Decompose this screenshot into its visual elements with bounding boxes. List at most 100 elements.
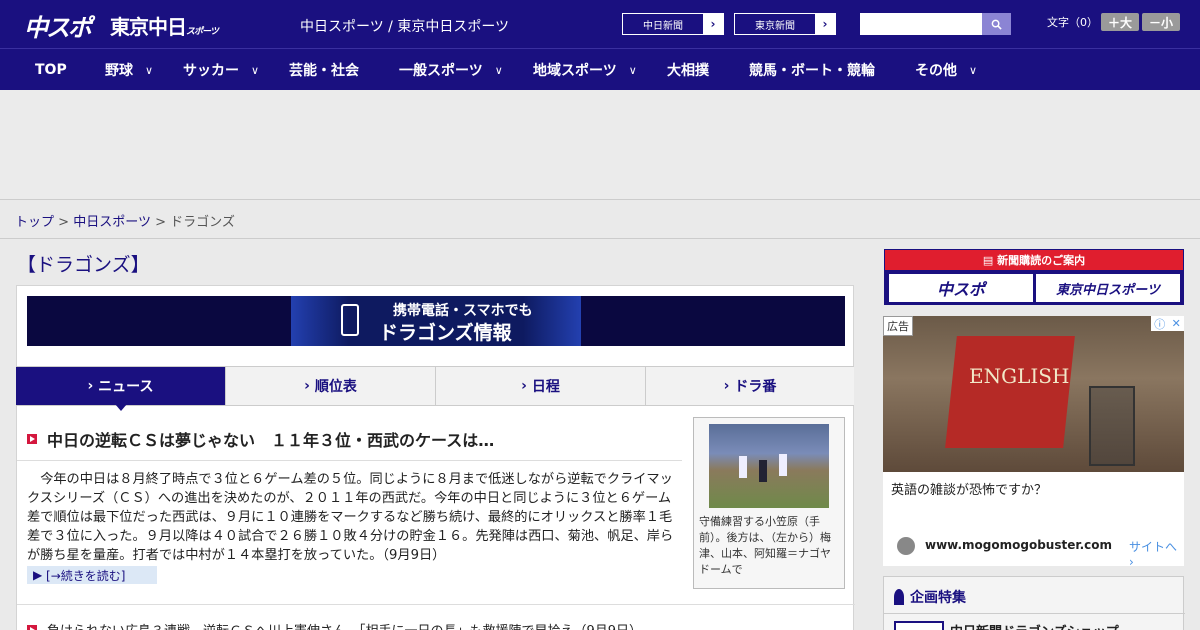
ad-site-link[interactable]: サイトへ ›: [1129, 538, 1184, 569]
ad-image: ENGLISH: [883, 316, 1184, 472]
nav-label: 一般スポーツ: [399, 63, 483, 79]
chevron-right-icon: ›: [87, 378, 99, 394]
chevron-right-icon: ›: [723, 378, 735, 394]
read-more-label: [→続きを読む]: [46, 568, 126, 583]
tokyo-logo-text: 東京中日: [110, 15, 187, 39]
main-nav: TOP 野球 ∨ サッカー ∨ 芸能・社会 一般スポーツ ∨ 地域スポーツ ∨ 大相撲 …: [0, 48, 1200, 90]
nav-item-top[interactable]: TOP: [35, 49, 67, 91]
site-title: 中日スポーツ / 東京中日スポーツ: [300, 19, 510, 35]
arrow-marker-icon: [27, 434, 37, 444]
pencil-cup-graphic: [1089, 386, 1135, 466]
globe-icon: [897, 537, 915, 555]
nav-item-racing[interactable]: 競馬・ボート・競輪: [749, 49, 875, 91]
chevron-down-icon: ∨: [251, 63, 260, 77]
subscribe-tokyo-button[interactable]: 東京中日スポーツ: [1036, 274, 1180, 302]
nav-label: 大相撲: [667, 63, 709, 79]
newspaper-icon: ▤: [982, 253, 998, 267]
nav-label: 地域スポーツ: [533, 63, 617, 79]
feature-box: 企画特集 中日新聞ドラゴンズショップ: [883, 576, 1185, 630]
chunichi-shimbun-link[interactable]: 中日新聞 ›: [622, 13, 724, 35]
phone-icon: [341, 304, 359, 336]
search-icon: [991, 19, 1002, 30]
nav-item-sumo[interactable]: 大相撲: [667, 49, 709, 91]
tab-schedule[interactable]: › 日程: [436, 367, 646, 405]
article-title: 中日の逆転ＣＳは夢じゃない １１年３位・西武のケースは…: [47, 431, 495, 450]
breadcrumb-sep: >: [58, 215, 70, 230]
nav-label: 野球: [105, 63, 133, 79]
nav-label: TOP: [35, 62, 67, 78]
main-panel: 携帯電話・スマホでも ドラゴンズ情報 › ニュース › 順位表 › 日程 › ド…: [16, 285, 855, 630]
tab-doraban[interactable]: › ドラ番: [646, 367, 854, 405]
ad-headline: 英語の雑談が恐怖ですか？: [891, 483, 1048, 498]
banner-line1: 携帯電話・スマホでも: [393, 303, 533, 319]
tab-standings[interactable]: › 順位表: [226, 367, 436, 405]
tokyo-shimbun-label: 東京新聞: [755, 20, 795, 32]
tab-label: ニュース: [98, 379, 154, 395]
page-title: 【ドラゴンズ】: [17, 254, 150, 276]
subscribe-chuspo-button[interactable]: 中スポ: [889, 274, 1033, 302]
article-title-link[interactable]: 中日の逆転ＣＳは夢じゃない １１年３位・西武のケースは…: [27, 427, 682, 451]
article-divider: [17, 460, 682, 461]
player-figure: [739, 456, 747, 478]
tokyo-shimbun-link[interactable]: 東京新聞 ›: [734, 13, 836, 35]
nav-item-soccer[interactable]: サッカー ∨: [183, 49, 259, 91]
nav-item-local-sports[interactable]: 地域スポーツ ∨: [533, 49, 637, 91]
nav-item-baseball[interactable]: 野球 ∨: [105, 49, 153, 91]
tab-label: 日程: [531, 379, 560, 395]
chevron-down-icon: ∨: [494, 63, 503, 77]
banner-line2: ドラゴンズ情報: [379, 322, 512, 344]
breadcrumb-top[interactable]: トップ: [15, 215, 54, 230]
chevron-right-icon: ›: [304, 378, 315, 394]
chevron-down-icon: ∨: [969, 63, 978, 77]
chevron-right-icon: ›: [815, 14, 835, 34]
content-tabs: › ニュース › 順位表 › 日程 › ドラ番: [16, 366, 854, 406]
close-icon[interactable]: ✕: [1172, 317, 1181, 330]
ad-label: 広告: [883, 316, 913, 336]
ad-site-link-label: サイトへ: [1129, 540, 1178, 554]
nav-label: 芸能・社会: [289, 63, 359, 79]
subscription-heading: ▤ 新聞購読のご案内: [885, 250, 1183, 270]
news-list-item-title: 負けられない広島３連戦 逆転ＣＳへ川上憲伸さん 「相手に一日の長」も救援陣で早拾…: [47, 620, 642, 630]
nav-label: 競馬・ボート・競輪: [749, 63, 875, 79]
feature-heading-text: 企画特集: [910, 590, 966, 606]
article-photo-box: 守備練習する小笠原（手前）。後方は、（左から）梅津、山本、阿知羅＝ナゴヤドームで: [693, 417, 845, 589]
tokyo-logo-sub: スポーツ: [186, 27, 219, 37]
info-icon[interactable]: ⓘ: [1154, 316, 1165, 332]
search-input[interactable]: [860, 13, 982, 35]
feature-item-link[interactable]: 中日新聞ドラゴンズショップ: [950, 621, 1119, 630]
subscription-box: ▤ 新聞購読のご案内 中スポ 東京中日スポーツ: [884, 249, 1184, 305]
breadcrumb-sep: >: [155, 215, 166, 230]
feature-thumbnail[interactable]: [894, 621, 944, 630]
nav-item-general-sports[interactable]: 一般スポーツ ∨: [399, 49, 503, 91]
subscription-heading-text: 新聞購読のご案内: [997, 254, 1086, 267]
font-larger-button[interactable]: ＋大: [1101, 13, 1139, 31]
feature-heading: 企画特集: [894, 587, 966, 607]
search-button[interactable]: [982, 13, 1011, 35]
nav-item-entertainment[interactable]: 芸能・社会: [289, 49, 359, 91]
site-header: 中スポ 東京中日スポーツ 中日スポーツ / 東京中日スポーツ 中日新聞 › 東京…: [0, 0, 1200, 48]
ad-domain: www.mogomogobuster.com: [925, 538, 1112, 552]
tokyo-chunichi-logo[interactable]: 東京中日スポーツ: [110, 11, 219, 40]
mobile-dragons-banner[interactable]: 携帯電話・スマホでも ドラゴンズ情報: [27, 296, 845, 346]
arrow-marker-icon: [27, 624, 37, 630]
tab-label: ドラ番: [734, 379, 777, 395]
article-body: 今年の中日は８月終了時点で３位と６ゲーム差の５位。同じように８月まで低迷しながら…: [27, 472, 674, 563]
feature-divider: [884, 613, 1185, 614]
tab-news[interactable]: › ニュース: [16, 367, 226, 405]
font-smaller-button[interactable]: －小: [1142, 13, 1180, 31]
chevron-right-icon: ›: [1129, 555, 1134, 569]
ad-controls[interactable]: ⓘ ✕: [1151, 316, 1184, 331]
nav-label: その他: [915, 63, 957, 79]
ad-book-text: ENGLISH: [969, 364, 1070, 388]
breadcrumb-divider: [0, 238, 1200, 239]
banner-inner: 携帯電話・スマホでも ドラゴンズ情報: [291, 296, 581, 346]
read-more-link[interactable]: ▶ [→続きを読む]: [27, 566, 157, 584]
breadcrumb-chunichi-sports[interactable]: 中日スポーツ: [73, 215, 151, 230]
news-list-item[interactable]: 負けられない広島３連戦 逆転ＣＳへ川上憲伸さん 「相手に一日の長」も救援陣で早拾…: [27, 620, 727, 630]
nav-item-other[interactable]: その他 ∨: [915, 49, 977, 91]
sidebar-ad[interactable]: ENGLISH 広告 ⓘ ✕ 英語の雑談が恐怖ですか？ www.mogomogob…: [883, 316, 1184, 569]
ribbon-icon: [894, 589, 904, 605]
article-photo[interactable]: [709, 424, 829, 508]
top-ad-area: [0, 90, 1200, 200]
chuspo-logo[interactable]: 中スポ: [24, 8, 92, 43]
